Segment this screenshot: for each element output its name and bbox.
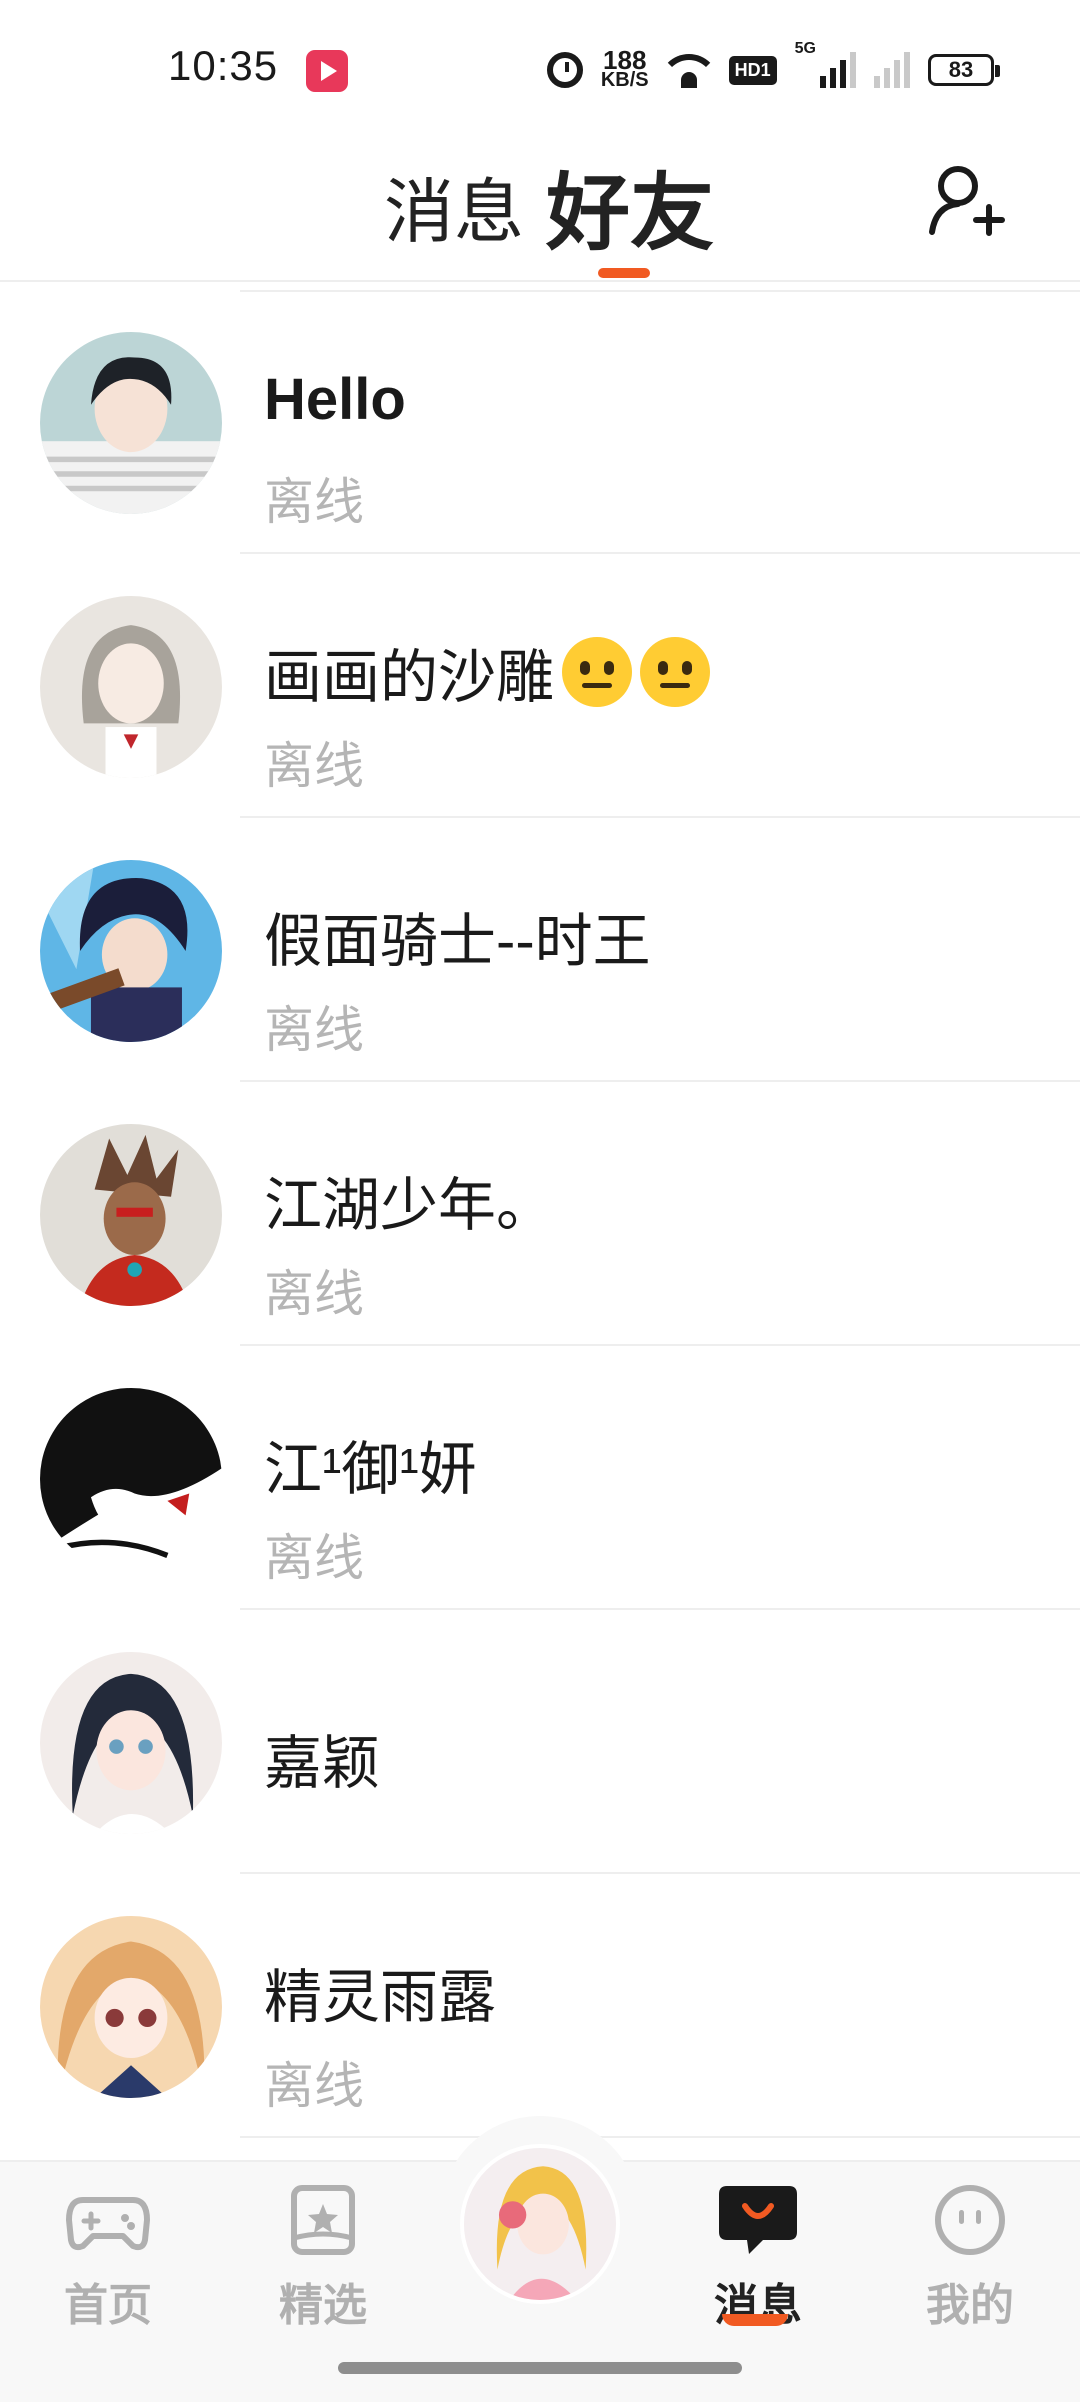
friend-avatar[interactable] xyxy=(40,1388,222,1570)
nav-picks[interactable]: 精选 xyxy=(243,2180,403,2333)
friend-name: 嘉颖 xyxy=(264,1731,381,1796)
friend-name: 江湖少年。 xyxy=(264,1173,555,1238)
face-icon xyxy=(935,2185,1005,2255)
network-speed: 188 KB/S xyxy=(600,45,649,91)
friend-avatar[interactable] xyxy=(40,596,222,778)
nav-home[interactable]: 首页 xyxy=(28,2180,188,2333)
alarm-icon xyxy=(546,52,583,88)
signal-label: 5G xyxy=(794,40,816,57)
friend-row[interactable]: 江湖少年。 离线 xyxy=(0,1082,1080,1346)
status-bar: 10:35 188 KB/S HD1 5G 83 xyxy=(0,0,1080,140)
friend-status: 离线 xyxy=(264,738,364,794)
friend-avatar[interactable] xyxy=(40,860,222,1042)
friend-row[interactable]: Hello 离线 xyxy=(0,290,1080,554)
center-profile-button[interactable] xyxy=(460,2144,620,2304)
add-user-icon xyxy=(929,166,1005,236)
signal-icon xyxy=(820,52,856,88)
friend-name: 画画的沙雕 xyxy=(264,630,711,714)
friend-name: Hello xyxy=(264,367,406,432)
nav-me-label: 我的 xyxy=(926,2281,1014,2330)
friend-status: 离线 xyxy=(264,1266,364,1322)
friend-row[interactable]: 画画的沙雕 离线 xyxy=(0,554,1080,818)
friend-avatar[interactable] xyxy=(40,1124,222,1306)
tab-active-indicator xyxy=(598,268,650,278)
neutral-face-emoji-icon xyxy=(562,637,633,707)
star-card-icon xyxy=(291,2185,355,2255)
friend-name: 江¹御¹妍 xyxy=(264,1437,477,1502)
nav-active-indicator xyxy=(722,2314,788,2326)
top-header: 消息 好友 xyxy=(0,140,1080,282)
friend-name: 精灵雨露 xyxy=(264,1965,497,2030)
signal-secondary-icon xyxy=(874,52,910,88)
status-icons: 188 KB/S HD1 5G 83 xyxy=(546,40,1000,100)
home-indicator[interactable] xyxy=(338,2362,742,2374)
friend-status: 离线 xyxy=(264,1530,364,1586)
profile-avatar xyxy=(464,2148,616,2300)
tab-friends[interactable]: 好友 xyxy=(546,146,714,267)
gamepad-icon xyxy=(66,2197,150,2251)
friend-name-text: 画画的沙雕 xyxy=(264,645,555,710)
friend-avatar[interactable] xyxy=(40,1916,222,2098)
nav-me[interactable]: 我的 xyxy=(890,2180,1050,2333)
nav-messages[interactable]: 消息 xyxy=(678,2180,838,2333)
friend-avatar[interactable] xyxy=(40,332,222,514)
hd-badge: HD1 xyxy=(728,55,777,85)
network-speed-value: 188 xyxy=(603,45,647,75)
status-time: 10:35 xyxy=(168,42,279,89)
friend-row[interactable]: 嘉颖 xyxy=(0,1610,1080,1874)
friend-status: 离线 xyxy=(264,474,364,530)
network-speed-unit: KB/S xyxy=(600,69,649,91)
friend-status: 离线 xyxy=(264,2058,364,2114)
friend-name: 假面骑士--时王 xyxy=(264,909,651,974)
add-friend-button[interactable] xyxy=(926,160,1006,240)
nav-home-label: 首页 xyxy=(64,2281,152,2330)
wifi-icon xyxy=(666,52,711,88)
tab-messages[interactable]: 消息 xyxy=(384,156,524,257)
friend-status: 离线 xyxy=(264,1002,364,1058)
nav-picks-label: 精选 xyxy=(279,2281,367,2330)
friend-row[interactable]: 江¹御¹妍 离线 xyxy=(0,1346,1080,1610)
list-divider xyxy=(240,2136,1080,2138)
friend-row[interactable]: 假面骑士--时王 离线 xyxy=(0,818,1080,1082)
battery-icon: 83 xyxy=(928,54,1000,86)
neutral-face-emoji-icon xyxy=(640,637,711,707)
chat-bubble-icon xyxy=(719,2186,797,2254)
friend-avatar[interactable] xyxy=(40,1652,222,1834)
friend-row[interactable]: 精灵雨露 离线 xyxy=(0,1874,1080,2138)
video-app-icon xyxy=(306,50,348,92)
